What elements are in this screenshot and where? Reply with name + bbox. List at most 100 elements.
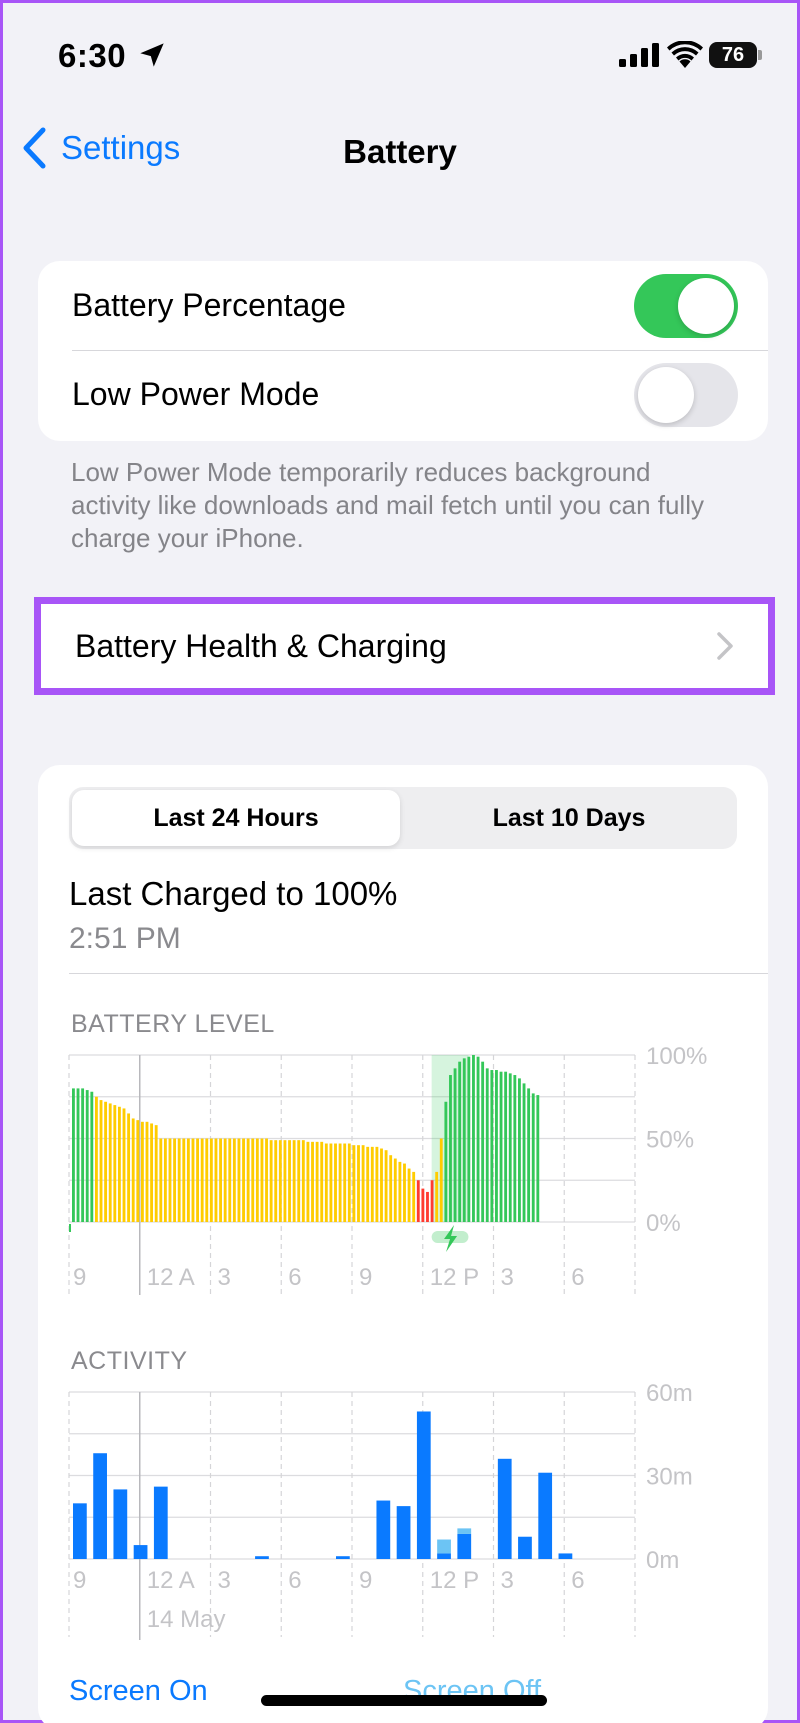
- battery-level-bar: [329, 1143, 333, 1222]
- battery-level-bar: [232, 1138, 236, 1222]
- x-tick-label: 9: [359, 1264, 372, 1291]
- battery-level-bar: [518, 1078, 521, 1222]
- battery-health-label: Battery Health & Charging: [75, 627, 447, 664]
- battery-level-bar: [182, 1138, 186, 1222]
- battery-level-bar: [191, 1138, 195, 1222]
- legend-screen-on[interactable]: Screen On: [69, 1675, 208, 1708]
- battery-level-bar: [334, 1143, 337, 1222]
- battery-level-bar: [485, 1068, 489, 1222]
- low-power-mode-row: Low Power Mode: [38, 350, 768, 439]
- date-label: 14 May: [147, 1606, 226, 1633]
- battery-level-bar: [407, 1168, 411, 1222]
- wifi-icon: [667, 41, 703, 68]
- battery-level-bar: [320, 1141, 324, 1222]
- tab-last-24-hours[interactable]: Last 24 Hours: [72, 790, 400, 846]
- battery-level-bar: [145, 1121, 149, 1222]
- battery-level-chart: 100% 50% 0% 9 12 A 3 6 9 12 P 3 6: [68, 1045, 707, 1295]
- battery-level-bar: [131, 1118, 135, 1222]
- battery-percentage-label: Battery Percentage: [72, 287, 346, 323]
- battery-level-bar: [536, 1095, 540, 1222]
- battery-percentage-toggle[interactable]: [634, 273, 738, 338]
- battery-level-bar: [237, 1138, 241, 1222]
- battery-level-bar: [490, 1070, 494, 1222]
- battery-level-bar: [159, 1138, 163, 1222]
- x-tick-label: 12 A: [147, 1264, 195, 1291]
- battery-level-bar: [324, 1143, 328, 1222]
- battery-level-bar: [398, 1161, 402, 1222]
- battery-level-bar: [76, 1088, 80, 1222]
- battery-level-bar: [177, 1138, 181, 1222]
- location-arrow-icon: [140, 43, 164, 67]
- battery-level-bar: [242, 1138, 245, 1222]
- low-power-mode-label: Low Power Mode: [72, 376, 320, 412]
- tab-last-10-days[interactable]: Last 10 Days: [405, 790, 733, 846]
- divider: [69, 973, 768, 974]
- battery-level-bar: [476, 1056, 480, 1222]
- x-tick-label: 12 P: [430, 1264, 479, 1291]
- battery-level-bar: [416, 1180, 420, 1222]
- battery-level-marker: [69, 1224, 71, 1232]
- battery-health-highlight: Battery Health & Charging: [34, 597, 775, 695]
- x-tick-label: 6: [288, 1264, 301, 1291]
- x-tick-label: 12 P: [430, 1567, 479, 1594]
- battery-level-bar: [72, 1088, 75, 1222]
- battery-level-bar: [361, 1145, 365, 1222]
- battery-level-bar: [458, 1061, 462, 1222]
- screen-on-bar: [113, 1489, 128, 1559]
- battery-level-bar: [435, 1171, 439, 1222]
- battery-level-bar: [122, 1108, 126, 1222]
- home-indicator: [261, 1695, 547, 1706]
- x-tick-label: 3: [218, 1567, 231, 1594]
- battery-level-bar: [421, 1188, 425, 1222]
- low-power-mode-toggle[interactable]: [634, 362, 738, 427]
- battery-level-bar: [306, 1141, 310, 1222]
- battery-health-row[interactable]: Battery Health & Charging: [41, 604, 768, 688]
- status-bar: 6:30 76: [3, 3, 797, 113]
- battery-level-bar: [292, 1140, 296, 1222]
- screen-on-bar: [396, 1506, 411, 1559]
- x-tick-label: 3: [501, 1567, 514, 1594]
- battery-level-bar: [481, 1061, 485, 1222]
- battery-usage-card: Last 24 Hours Last 10 Days Last Charged …: [38, 765, 768, 1723]
- cellular-signal-icon: [619, 43, 659, 67]
- battery-level-bar: [370, 1146, 374, 1222]
- x-tick-label: 3: [218, 1264, 231, 1291]
- battery-level-bar: [527, 1088, 531, 1222]
- x-tick-label: 6: [571, 1567, 584, 1594]
- navigation-bar: Settings Battery: [3, 113, 797, 183]
- battery-level-bar: [412, 1171, 416, 1222]
- y-tick-label: 0m: [646, 1547, 679, 1574]
- battery-level-bar: [265, 1138, 268, 1222]
- charging-bolt-icon: [444, 1225, 458, 1252]
- battery-settings-group: Battery Percentage Low Power Mode: [38, 261, 768, 441]
- battery-level-bar: [214, 1138, 218, 1222]
- battery-level-bar: [531, 1093, 535, 1222]
- battery-level-bar: [186, 1138, 190, 1222]
- battery-level-bar: [163, 1138, 167, 1222]
- battery-level-bar: [426, 1191, 429, 1222]
- battery-level-bar: [108, 1103, 112, 1222]
- status-time: 6:30: [58, 37, 127, 74]
- battery-level-bar: [366, 1146, 370, 1222]
- battery-level-bar: [347, 1143, 351, 1222]
- low-power-footnote: Low Power Mode temporarily reduces backg…: [71, 457, 704, 553]
- battery-level-bar: [154, 1125, 158, 1222]
- screen-on-bar: [133, 1545, 148, 1559]
- battery-level-bar: [315, 1141, 319, 1222]
- screen-on-bar: [73, 1503, 87, 1559]
- battery-level-bar: [94, 1096, 98, 1222]
- battery-level-bar: [352, 1145, 356, 1222]
- screen-off-bar: [457, 1528, 472, 1534]
- battery-level-bar: [297, 1140, 301, 1222]
- battery-level-bar: [269, 1140, 273, 1222]
- battery-level-bar: [283, 1140, 287, 1222]
- x-tick-label: 12 A: [147, 1567, 195, 1594]
- time-range-segmented-control: Last 24 Hours Last 10 Days: [69, 787, 737, 849]
- battery-level-bar: [150, 1123, 154, 1222]
- battery-level-bar: [522, 1083, 526, 1222]
- battery-level-bar: [311, 1141, 314, 1222]
- screen-on-bar: [497, 1458, 512, 1559]
- battery-level-bar: [246, 1138, 250, 1222]
- screen-on-bar: [416, 1411, 431, 1559]
- battery-level-bar: [472, 1055, 475, 1222]
